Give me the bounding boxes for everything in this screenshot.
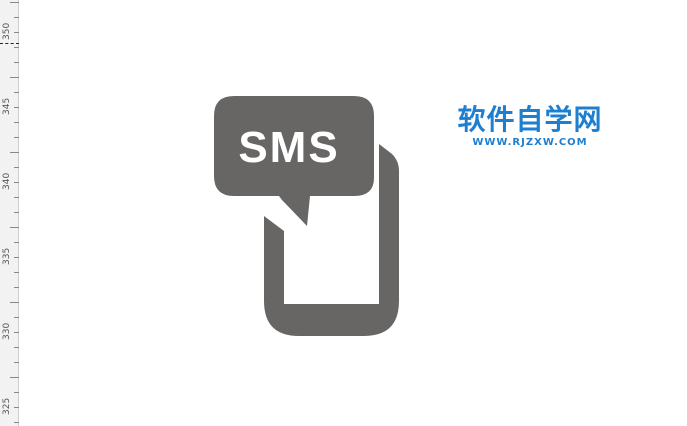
ruler-label-340: 340 xyxy=(2,172,12,190)
ruler-label-330: 330 xyxy=(2,322,12,340)
watermark-logo: 软件自学网 WWW.RJZXW.COM xyxy=(455,103,605,149)
ruler-ticks xyxy=(10,2,19,423)
vertical-ruler[interactable]: 350 345 340 335 330 325 xyxy=(0,0,19,426)
ruler-label-350: 350 xyxy=(2,22,12,40)
drawing-canvas[interactable]: SMS 软件自学网 WWW.RJZXW.COM xyxy=(19,0,687,426)
ruler-label-345: 345 xyxy=(2,97,12,115)
sms-label: SMS xyxy=(238,123,340,172)
guide-line-marker[interactable] xyxy=(0,43,19,44)
ruler-label-335: 335 xyxy=(2,247,12,265)
watermark-title: 软件自学网 xyxy=(457,103,603,136)
watermark-url: WWW.RJZXW.COM xyxy=(472,137,588,148)
ruler-label-325: 325 xyxy=(2,397,12,415)
